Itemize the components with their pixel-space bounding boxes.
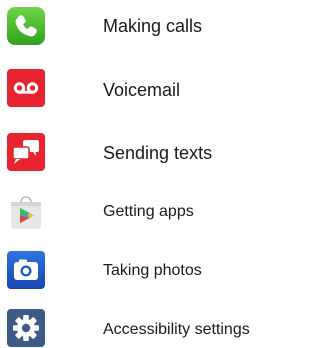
list-item-voicemail[interactable]: Voicemail	[0, 68, 269, 108]
list-item-sending-texts[interactable]: Sending texts	[0, 132, 269, 172]
list-item-making-calls[interactable]: Making calls	[0, 6, 269, 46]
play-store-icon	[6, 191, 46, 231]
list-item-label: Taking photos	[103, 262, 202, 279]
phone-icon	[6, 6, 46, 46]
list-item-label: Getting apps	[103, 203, 194, 220]
message-bubbles-icon	[6, 132, 46, 172]
list-item-label: Sending texts	[103, 143, 213, 163]
list-item-getting-apps[interactable]: Getting apps	[0, 191, 269, 231]
list-item-label: Accessibility settings	[103, 321, 250, 338]
camera-icon	[6, 250, 46, 290]
voicemail-icon	[6, 68, 46, 108]
list-item-label: Voicemail	[103, 80, 181, 100]
list-item-label: Making calls	[103, 16, 203, 36]
list-item-taking-photos[interactable]: Taking photos	[0, 250, 269, 290]
gear-icon	[6, 308, 46, 348]
list-item-accessibility-settings[interactable]: Accessibility settings	[0, 308, 269, 348]
